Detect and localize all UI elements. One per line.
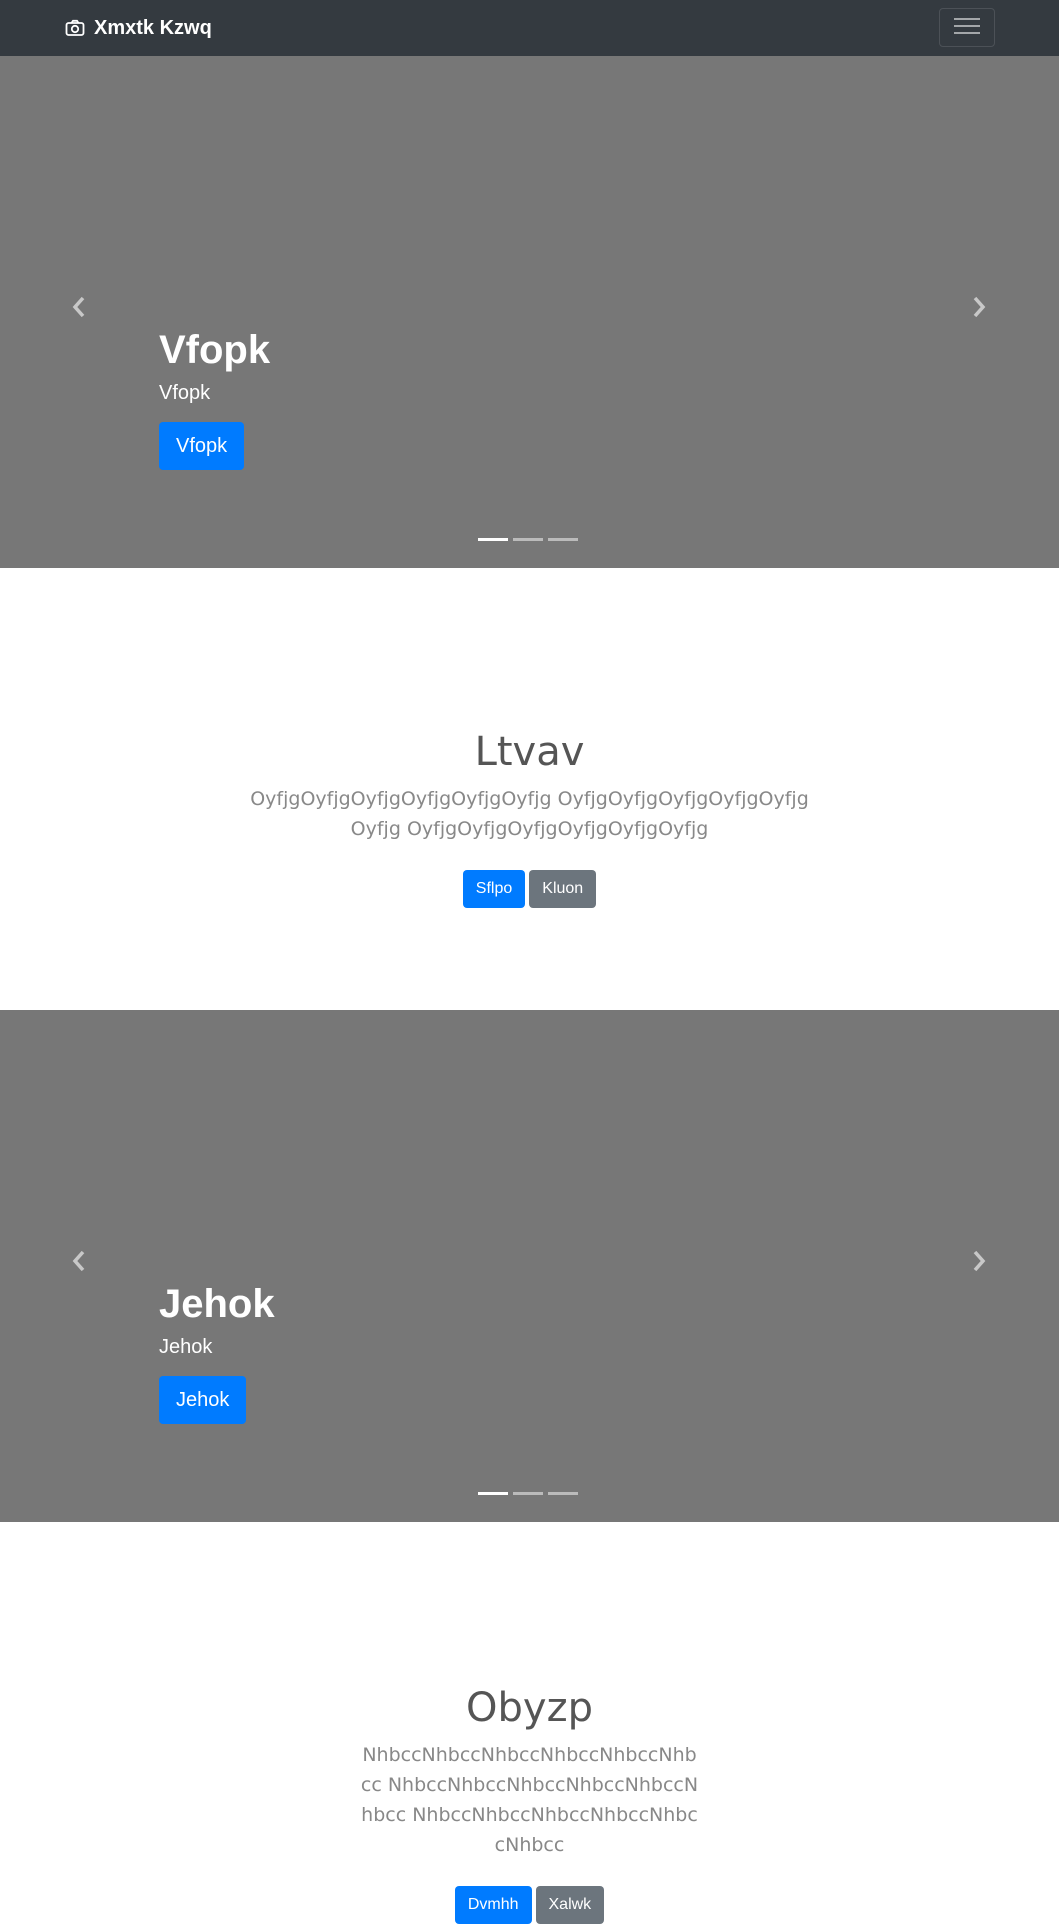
carousel-title: Jehok: [159, 1282, 275, 1326]
carousel-subtitle: Jehok: [159, 1336, 213, 1358]
section-lead: NhbccNhbccNhbccNhbccNhbccNhbcc NhbccNhbc…: [360, 1744, 699, 1856]
carousel-caption: Jehok Jehok Jehok: [159, 1282, 275, 1424]
carousel-title: Vfopk: [159, 328, 271, 372]
chevron-right-icon: [971, 296, 987, 323]
jumbotron-section-2: Obyzp NhbccNhbccNhbccNhbccNhbccNhbcc Nhb…: [0, 1522, 1059, 1924]
section-heading: Obyzp: [466, 1685, 593, 1731]
carousel-indicator-3[interactable]: [548, 538, 578, 541]
navbar-toggler-button[interactable]: [939, 8, 995, 47]
carousel-cta-button[interactable]: Vfopk: [159, 422, 245, 470]
section-heading: Ltvav: [474, 729, 585, 775]
brand-name: Xmxtk Kzwq: [94, 16, 212, 39]
secondary-button[interactable]: Xalwk: [535, 1886, 605, 1924]
carousel-indicators: [478, 1492, 578, 1495]
secondary-button[interactable]: Kluon: [529, 870, 597, 908]
hero-carousel-2: Jehok Jehok Jehok: [0, 1010, 1059, 1522]
carousel-cta-button[interactable]: Jehok: [159, 1376, 247, 1424]
jumbotron-section-1: Ltvav OyfjgOyfjgOyfjgOyfjgOyfjgOyfjg Oyf…: [0, 568, 1059, 1010]
primary-button[interactable]: Sflpo: [462, 870, 526, 908]
carousel-indicator-3[interactable]: [548, 1492, 578, 1495]
carousel-prev-control[interactable]: [67, 1248, 91, 1278]
navbar: Xmxtk Kzwq: [0, 0, 1059, 56]
section-buttons: Dvmhh Xalwk: [0, 1886, 1059, 1924]
carousel-indicator-2[interactable]: [513, 1492, 543, 1495]
carousel-caption: Vfopk Vfopk Vfopk: [159, 328, 270, 470]
carousel-next-control[interactable]: [967, 1248, 991, 1278]
hamburger-menu-icon: [952, 15, 982, 40]
section-buttons: Sflpo Kluon: [0, 870, 1059, 908]
carousel-prev-control[interactable]: [67, 294, 91, 324]
carousel-indicator-1[interactable]: [478, 538, 508, 541]
camera-icon: [64, 17, 86, 39]
chevron-left-icon: [71, 296, 87, 323]
section-lead: OyfjgOyfjgOyfjgOyfjgOyfjgOyfjg OyfjgOyfj…: [250, 788, 809, 840]
hero-carousel-1: Vfopk Vfopk Vfopk: [0, 56, 1059, 568]
primary-button[interactable]: Dvmhh: [454, 1886, 532, 1924]
carousel-indicator-2[interactable]: [513, 538, 543, 541]
carousel-subtitle: Vfopk: [159, 382, 211, 404]
chevron-right-icon: [971, 1250, 987, 1277]
carousel-indicators: [478, 538, 578, 541]
chevron-left-icon: [71, 1250, 87, 1277]
carousel-next-control[interactable]: [967, 294, 991, 324]
brand-link[interactable]: Xmxtk Kzwq: [64, 0, 212, 56]
carousel-indicator-1[interactable]: [478, 1492, 508, 1495]
